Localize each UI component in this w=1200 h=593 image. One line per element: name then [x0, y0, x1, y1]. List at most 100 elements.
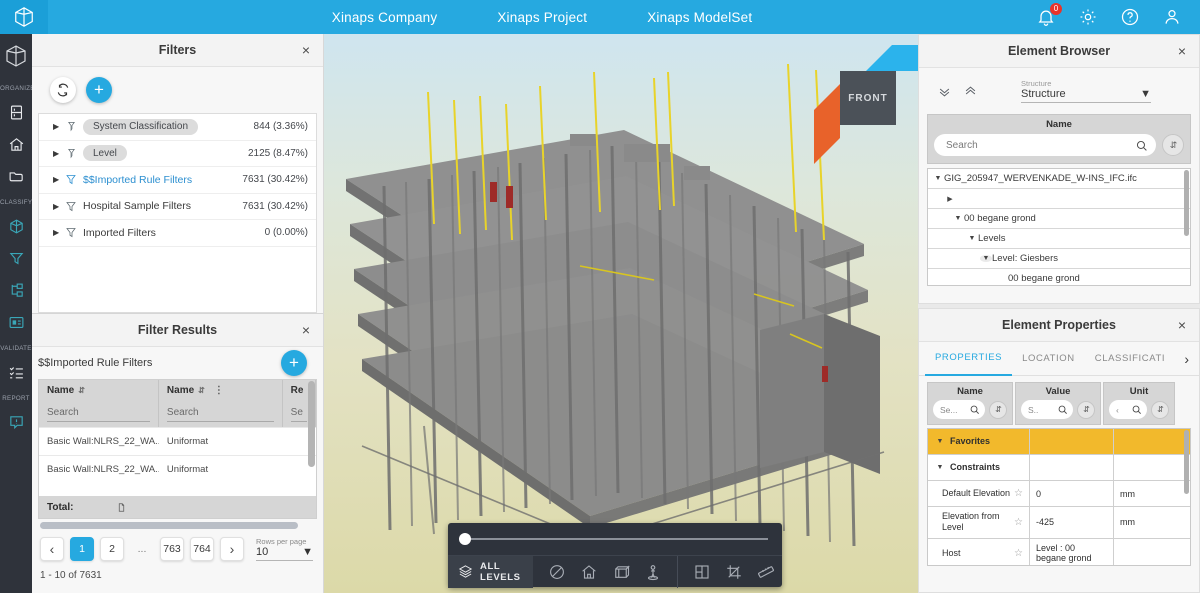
property-row[interactable]: Elevation from Level ☆ -425 mm — [928, 507, 1190, 539]
nav-link-modelset[interactable]: Xinaps ModelSet — [647, 10, 752, 25]
tree-node[interactable]: ▶ — [928, 189, 1190, 209]
column-header-name-1[interactable]: Name⇵ Search — [39, 380, 159, 427]
chevron-down-icon[interactable]: ▼ — [934, 438, 946, 445]
chevron-down-icon[interactable]: ▼ — [980, 255, 992, 262]
sort-icon[interactable]: ⇵ — [78, 386, 84, 395]
all-levels-button[interactable]: ALL LEVELS — [448, 556, 533, 588]
tree-node[interactable]: ▼ Level: Giesbers — [928, 249, 1190, 269]
chevron-right-icon[interactable]: ▶ — [53, 149, 63, 158]
search-input[interactable]: ‹ — [1109, 400, 1147, 419]
sort-icon[interactable]: ⇵ — [989, 401, 1007, 419]
view-cube[interactable]: FRONT — [814, 45, 910, 131]
property-card-icon[interactable] — [6, 312, 26, 332]
sort-icon[interactable]: ⇵ — [198, 386, 204, 395]
folder-tag-icon[interactable] — [6, 166, 26, 186]
column-header-name-2[interactable]: Name⇵⋮ Search — [159, 380, 283, 427]
chevron-right-icon[interactable]: › — [220, 537, 244, 561]
search-input[interactable]: Search — [47, 407, 150, 422]
sort-icon[interactable]: ⇵ — [1162, 134, 1184, 156]
measure-ruler-icon[interactable] — [755, 561, 777, 583]
search-input[interactable]: Search — [934, 134, 1156, 156]
rail-logo-icon[interactable] — [4, 44, 28, 68]
nav-link-project[interactable]: Xinaps Project — [497, 10, 587, 25]
report-issue-icon[interactable] — [6, 412, 26, 432]
slider-handle[interactable] — [459, 533, 471, 545]
element-cube-icon[interactable] — [6, 216, 26, 236]
home-icon[interactable] — [6, 134, 26, 154]
table-row[interactable]: Basic Wall:NLRS_22_WA... Uniformat — [39, 427, 316, 455]
column-menu-icon[interactable]: ⋮ — [214, 385, 223, 396]
chevron-down-icon[interactable]: ▼ — [966, 235, 978, 242]
page-button-763[interactable]: 763 — [160, 537, 184, 561]
close-icon[interactable]: × — [299, 43, 313, 57]
chevron-left-icon[interactable]: ‹ — [40, 537, 64, 561]
home-view-icon[interactable] — [578, 561, 600, 583]
tree-node[interactable]: ▼ Levels — [928, 229, 1190, 249]
tree-node-root[interactable]: ▼ GIG_205947_WERVENKADE_W-INS_IFC.ifc — [928, 169, 1190, 189]
page-button-2[interactable]: 2 — [100, 537, 124, 561]
app-logo[interactable] — [0, 0, 48, 34]
search-icon[interactable] — [969, 404, 980, 415]
vertical-scrollbar[interactable] — [1184, 170, 1189, 236]
property-group-row[interactable]: ▼ Constraints — [928, 455, 1190, 481]
user-profile-icon[interactable] — [1162, 7, 1182, 27]
chevrons-down-icon[interactable] — [931, 78, 957, 104]
slider-track[interactable] — [462, 538, 768, 540]
add-filter-button[interactable]: + — [86, 77, 112, 103]
property-group-row[interactable]: ▼ Favorites — [928, 429, 1190, 455]
chevron-right-icon[interactable]: ▶ — [53, 122, 63, 131]
chevron-right-icon[interactable]: ▶ — [53, 228, 63, 237]
chevron-right-icon[interactable]: › — [1184, 351, 1193, 367]
search-icon[interactable] — [1135, 139, 1148, 152]
hierarchy-tree-icon[interactable] — [6, 280, 26, 300]
sort-icon[interactable]: ⇵ — [1151, 401, 1169, 419]
vertical-scrollbar[interactable] — [1184, 430, 1189, 494]
crop-region-icon[interactable] — [723, 561, 745, 583]
help-question-icon[interactable] — [1120, 7, 1140, 27]
document-icon[interactable] — [117, 502, 126, 513]
model-library-icon[interactable] — [6, 102, 26, 122]
close-icon[interactable]: × — [299, 323, 313, 337]
property-row[interactable]: Host ☆ Level : 00 begane grond — [928, 539, 1190, 567]
view-cube-top-face[interactable] — [866, 45, 918, 71]
tree-node[interactable]: 00 begane grond — [928, 269, 1190, 286]
section-box-icon[interactable] — [610, 561, 632, 583]
structure-select[interactable]: Structure Structure ▼ — [1021, 79, 1151, 103]
search-input[interactable]: Se... — [933, 400, 985, 419]
walk-person-icon[interactable] — [642, 561, 664, 583]
chevron-down-icon[interactable]: ▼ — [932, 175, 944, 182]
filter-row[interactable]: ▶ Level 2125 (8.47%) — [39, 141, 316, 168]
search-input[interactable]: Se — [291, 407, 307, 422]
chevron-down-icon[interactable]: ▼ — [934, 464, 946, 471]
level-slider[interactable] — [448, 523, 782, 555]
page-button-764[interactable]: 764 — [190, 537, 214, 561]
filter-row[interactable]: ▶ System Classification 844 (3.36%) — [39, 114, 316, 141]
filter-row[interactable]: ▶ $$Imported Rule Filters 7631 (30.42%) — [39, 167, 316, 194]
refresh-icon[interactable] — [50, 77, 76, 103]
sort-icon[interactable]: ⇵ — [1077, 401, 1095, 419]
page-button-1[interactable]: 1 — [70, 537, 94, 561]
search-icon[interactable] — [1131, 404, 1142, 415]
search-input[interactable]: S.. — [1021, 400, 1073, 419]
split-view-icon[interactable] — [691, 561, 713, 583]
chevron-down-icon[interactable]: ▼ — [952, 215, 964, 222]
tab-classification[interactable]: CLASSIFICATI — [1085, 342, 1175, 376]
filter-row[interactable]: ▶ Imported Filters 0 (0.00%) — [39, 220, 316, 247]
no-hide-icon[interactable] — [546, 561, 568, 583]
star-outline-icon[interactable]: ☆ — [1014, 548, 1023, 559]
filter-row[interactable]: ▶ Hospital Sample Filters 7631 (30.42%) — [39, 194, 316, 221]
model-viewport[interactable]: FRONT ALL LEVELS — [324, 34, 918, 593]
chevrons-up-icon[interactable] — [957, 78, 983, 104]
vertical-scrollbar[interactable] — [308, 381, 315, 467]
chevron-down-icon[interactable]: ▼ — [302, 546, 313, 558]
property-row[interactable]: Default Elevation ☆ 0 mm — [928, 481, 1190, 507]
notifications-bell-icon[interactable]: 0 — [1036, 7, 1056, 27]
close-icon[interactable]: × — [1175, 318, 1189, 332]
rows-per-page-select[interactable]: Rows per page 10 ▼ — [256, 537, 313, 561]
close-icon[interactable]: × — [1175, 44, 1189, 58]
chevron-down-icon[interactable]: ▼ — [1140, 88, 1151, 100]
filter-name[interactable]: $$Imported Rule Filters — [79, 174, 242, 186]
chevron-right-icon[interactable]: ▶ — [53, 202, 63, 211]
nav-link-company[interactable]: Xinaps Company — [332, 10, 438, 25]
filter-funnel-icon[interactable] — [6, 248, 26, 268]
